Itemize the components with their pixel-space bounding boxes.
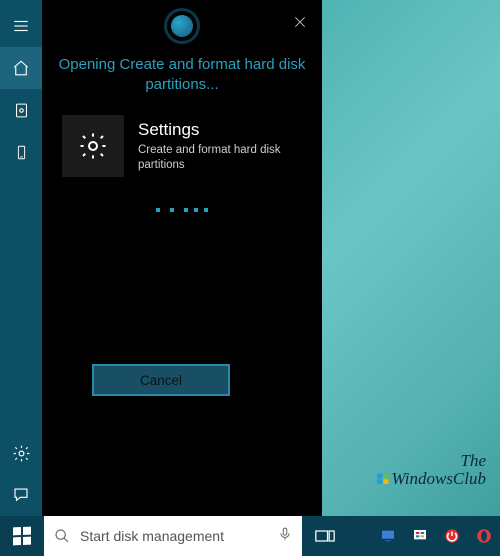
cancel-button[interactable]: Cancel xyxy=(92,364,230,396)
watermark-line2: WindowsClub xyxy=(376,470,486,488)
progress-dots xyxy=(42,208,322,212)
device-icon xyxy=(14,144,29,161)
system-tray xyxy=(372,516,500,556)
tray-app-1[interactable] xyxy=(372,528,404,544)
sidebar-item-devices[interactable] xyxy=(0,131,42,173)
opera-icon xyxy=(475,527,493,545)
cortana-ring-icon xyxy=(164,8,200,44)
tray-power-button[interactable] xyxy=(436,527,468,545)
settings-tile xyxy=(62,115,124,177)
windows-logo-icon xyxy=(13,527,31,546)
result-subtitle: Create and format hard disk partitions xyxy=(138,143,302,173)
cortana-core-icon xyxy=(171,15,193,37)
desktop: Opening Create and format hard disk part… xyxy=(0,0,500,556)
sidebar-item-notebook[interactable] xyxy=(0,89,42,131)
close-icon xyxy=(293,15,307,29)
cortana-sidebar xyxy=(0,0,42,516)
progress-dot-icon xyxy=(170,208,174,212)
progress-dot-icon xyxy=(194,208,198,212)
sidebar-item-feedback[interactable] xyxy=(0,474,42,516)
progress-dot-icon xyxy=(204,208,208,212)
tray-opera-button[interactable] xyxy=(468,527,500,545)
sidebar-item-settings[interactable] xyxy=(0,432,42,474)
close-button[interactable] xyxy=(286,8,314,36)
menu-icon xyxy=(12,17,30,35)
taskbar: Start disk management xyxy=(0,516,500,556)
start-button[interactable] xyxy=(0,516,44,556)
progress-dot-icon xyxy=(156,208,160,212)
search-icon xyxy=(54,528,70,544)
result-text: Settings Create and format hard disk par… xyxy=(138,120,302,173)
gear-icon xyxy=(78,131,108,161)
tray-app-2[interactable] xyxy=(404,528,436,544)
microphone-icon[interactable] xyxy=(278,526,292,547)
result-title: Settings xyxy=(138,120,302,140)
sidebar-item-home[interactable] xyxy=(0,47,42,89)
cortana-panel: Opening Create and format hard disk part… xyxy=(42,0,322,516)
result-card[interactable]: Settings Create and format hard disk par… xyxy=(62,115,302,177)
shield-icon xyxy=(412,528,428,544)
watermark: The WindowsClub xyxy=(376,452,486,488)
taskbar-search[interactable]: Start disk management xyxy=(44,516,302,556)
home-icon xyxy=(12,59,30,77)
search-input-text: Start disk management xyxy=(80,528,268,544)
watermark-line1: The xyxy=(376,452,486,470)
cortana-logo xyxy=(164,8,200,44)
windows-flag-icon xyxy=(376,472,390,486)
task-view-button[interactable] xyxy=(302,516,348,556)
sidebar-item-menu[interactable] xyxy=(0,5,42,47)
opening-status-text: Opening Create and format hard disk part… xyxy=(56,55,308,96)
notebook-icon xyxy=(13,102,30,119)
progress-dot-icon xyxy=(184,208,188,212)
task-view-icon xyxy=(315,528,335,544)
feedback-icon xyxy=(12,486,30,504)
monitor-icon xyxy=(380,528,396,544)
power-icon xyxy=(443,527,461,545)
gear-icon xyxy=(12,444,31,463)
